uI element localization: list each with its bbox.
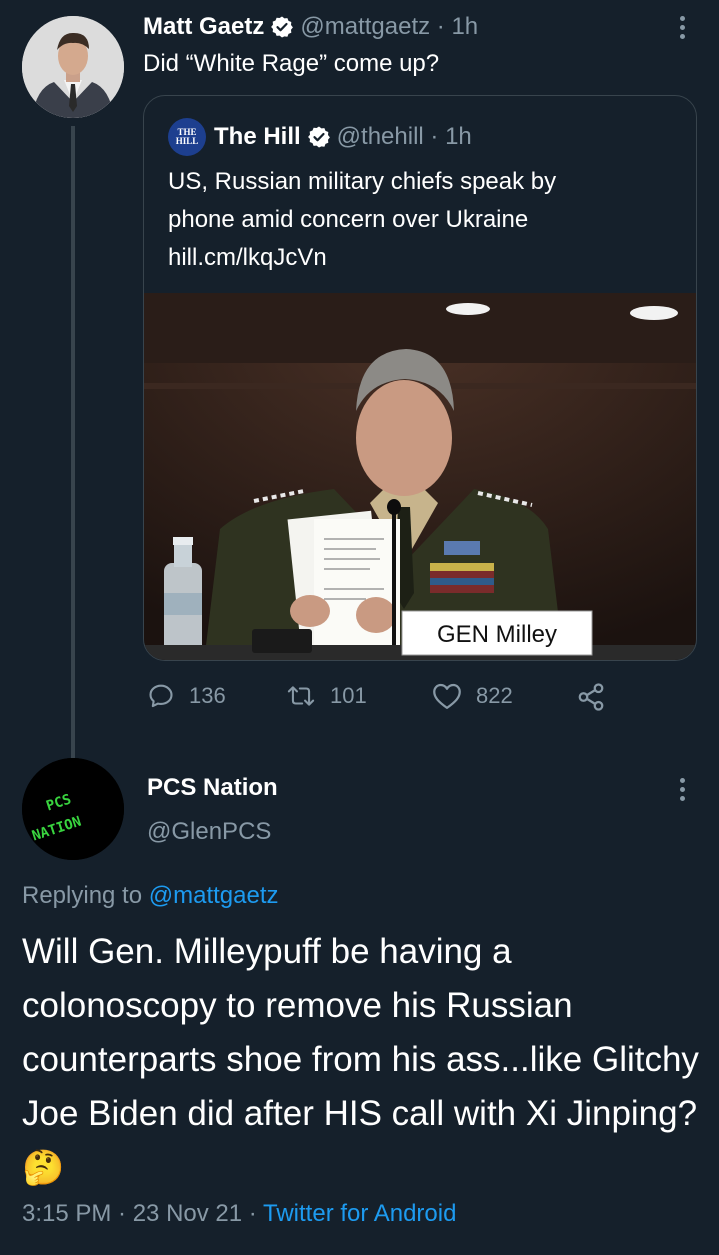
like-count: 822 <box>476 683 513 708</box>
quoted-tweet-card[interactable]: THE HILL The Hill @thehill · 1h US, Russ… <box>143 95 697 661</box>
quote-link[interactable]: hill.cm/lkqJcVn <box>168 239 678 277</box>
tweet-text: Did “White Rage” come up? <box>143 50 440 77</box>
retweet-icon <box>287 686 315 706</box>
quote-author-handle-time: @thehill · 1h <box>336 123 472 150</box>
pcs-nation-logo: PCS NATION <box>22 758 124 860</box>
share-icon <box>578 683 604 711</box>
more-options-icon[interactable] <box>678 778 686 801</box>
general-milley-photo: GEN Milley <box>144 293 696 660</box>
tweet-metadata: 3:15 PM · 23 Nov 21 · Twitter for Androi… <box>22 1200 456 1228</box>
reply-icon <box>149 684 173 708</box>
replying-to-handle-link[interactable]: @mattgaetz <box>149 882 279 909</box>
thinking-face-emoji: 🤔 <box>22 1148 65 1188</box>
heart-icon <box>433 683 461 709</box>
reply-text-body: Will Gen. Milleypuff be having a colonos… <box>22 932 699 1133</box>
name-placard: GEN Milley <box>437 621 557 648</box>
reply-author-handle[interactable]: @GlenPCS <box>147 818 271 846</box>
quote-line-1: US, Russian military chiefs speak by <box>168 168 557 195</box>
verified-badge-icon <box>271 16 294 38</box>
tweet-source-link[interactable]: Twitter for Android <box>263 1200 456 1227</box>
avatar-glenpcs[interactable]: PCS NATION <box>22 758 124 860</box>
retweet-button[interactable]: 101 <box>286 682 367 710</box>
more-options-icon[interactable] <box>678 16 686 39</box>
reply-button[interactable]: 136 <box>147 682 226 710</box>
quote-text: US, Russian military chiefs speak by pho… <box>168 163 678 277</box>
quote-line-2: phone amid concern over Ukraine <box>168 206 529 233</box>
like-button[interactable]: 822 <box>432 682 513 710</box>
avatar-mattgaetz[interactable] <box>22 16 124 118</box>
author-name[interactable]: Matt Gaetz <box>143 13 264 41</box>
quote-header: The Hill @thehill · 1h <box>214 118 472 156</box>
tweet-timestamp[interactable]: 3:15 PM · 23 Nov 21 · <box>22 1200 263 1227</box>
replying-to-label: Replying to @mattgaetz <box>22 882 279 909</box>
portrait-image <box>22 16 124 118</box>
thread-connector-line <box>71 126 75 758</box>
reply-author-name[interactable]: PCS Nation <box>147 774 278 802</box>
share-button[interactable] <box>576 682 606 712</box>
retweet-count: 101 <box>330 683 367 708</box>
reply-count: 136 <box>189 683 226 708</box>
quoted-tweet-photo[interactable]: GEN Milley <box>144 293 696 660</box>
tweet-header: Matt Gaetz @mattgaetz · 1h <box>143 10 478 44</box>
verified-badge-icon <box>307 126 330 148</box>
quote-author-name: The Hill <box>214 123 301 150</box>
reply-tweet-text: Will Gen. Milleypuff be having a colonos… <box>22 925 712 1195</box>
author-handle-time[interactable]: @mattgaetz · 1h <box>300 13 478 41</box>
thehill-logo: THE HILL <box>168 118 206 156</box>
